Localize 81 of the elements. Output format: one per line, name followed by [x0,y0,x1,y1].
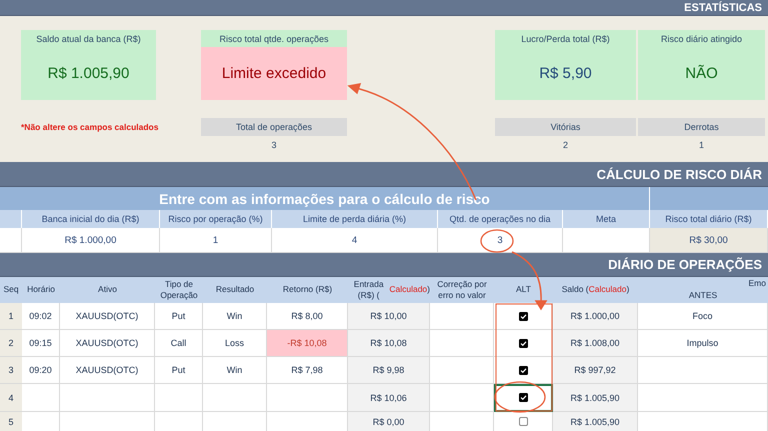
table-cell: 09:15 [22,330,60,357]
table-cell [430,384,494,412]
column-header: Resultado [203,277,267,303]
stat-label: Risco diário atingido [660,32,744,46]
stat-label: Lucro/Perda total (R$) [520,32,611,46]
table-cell [430,330,494,357]
table-cell: R$ 9,98 [348,357,430,384]
stat-label: Risco total qtde. operações [218,32,330,46]
annotation-circle [494,381,546,413]
column-header: Risco por operação (%) [160,210,272,228]
table-cell [155,384,203,412]
column-header: Seq [0,277,22,303]
table-cell: R$ 1.005,90 [553,412,638,431]
table-cell: Impulso [638,330,768,357]
section-subtitle: Entre com as informações para o cálculo de risco [0,187,650,210]
table-cell [430,303,494,330]
section-title: ESTATÍSTICAS [684,2,763,14]
annotation-arrow [512,251,548,310]
table-cell [430,357,494,384]
table-cell [203,384,267,412]
table-cell: R$ 10,08 [348,330,430,357]
counter-value: 1 [698,140,705,150]
stat-value: R$ 5,90 [538,64,593,84]
section-title: CÁLCULO DE RISCO DIÁR [596,166,763,182]
checkbox[interactable] [518,312,528,320]
table-cell: Foco [638,303,768,330]
checkbox[interactable] [518,338,528,348]
table-cell: XAUUSD(OTC) [60,357,155,384]
table-cell: R$ 1.008,00 [553,330,638,357]
table-cell: Win [203,357,267,384]
table-cell: R$ 1.000,00 [553,303,638,330]
row-number: 5 [0,412,22,431]
table-cell: Put [155,357,203,384]
annotation-circle [480,229,514,253]
calculated-cell: R$ 30,00 [650,228,768,253]
column-header: Tipo de Operação [155,277,203,303]
stat-value: NÃO [684,64,719,84]
column-header: Risco total diário (R$) [650,210,768,228]
counter-label: Derrotas [638,118,765,136]
row-number: 4 [0,384,22,412]
column-header: Retorno (R$) [267,277,348,303]
table-cell [22,384,60,412]
table-cell: Put [155,303,203,330]
table-cell: 09:02 [22,303,60,330]
table-cell: R$ 0,00 [348,412,430,431]
counter-label: Total de operações [201,118,347,136]
table-cell: Call [155,330,203,357]
column-header: ALT [494,277,553,303]
table-cell: Win [203,303,267,330]
table-cell: R$ 997,92 [553,357,638,384]
section-title: DIÁRIO DE OPERAÇÕES [608,257,763,272]
table-cell: 09:20 [22,357,60,384]
stat-value: R$ 1.005,90 [46,64,130,84]
column-header: Limite de perda diária (%) [272,210,438,228]
table-cell: R$ 1.005,90 [553,384,638,412]
checkbox[interactable] [518,417,528,426]
table-cell: XAUUSD(OTC) [60,303,155,330]
table-cell: R$ 10,00 [348,303,430,330]
column-header: Banca inicial do dia (R$) [22,210,160,228]
stat-label: Saldo atual da banca (R$) [35,32,142,46]
counter-value: 2 [562,140,569,150]
row-number: 1 [0,303,22,330]
column-header: Correção por erro no valor [430,277,494,303]
column-header: Meta [563,210,650,228]
table-cell: -R$ 10,08 [267,330,348,357]
column-header: Horário [22,277,60,303]
column-header: Saldo (Calculado) [553,277,638,303]
group-header: Emo [748,278,766,288]
row-number: 2 [0,330,22,357]
counter-label: Vitórias [495,118,636,136]
table-cell: R$ 10,06 [348,384,430,412]
counter-value: 3 [270,140,278,150]
checkbox[interactable] [518,393,528,402]
column-header: Qtd. de operações no dia [438,210,563,228]
warning-note: *Não altere os campos calculados [21,122,160,132]
selected-cell[interactable] [494,384,553,412]
column-header: Ativo [60,277,155,303]
checkbox[interactable] [518,366,528,374]
stat-value: Limite excedido [201,47,347,100]
table-cell: XAUUSD(OTC) [60,330,155,357]
row-number: 3 [0,357,22,384]
